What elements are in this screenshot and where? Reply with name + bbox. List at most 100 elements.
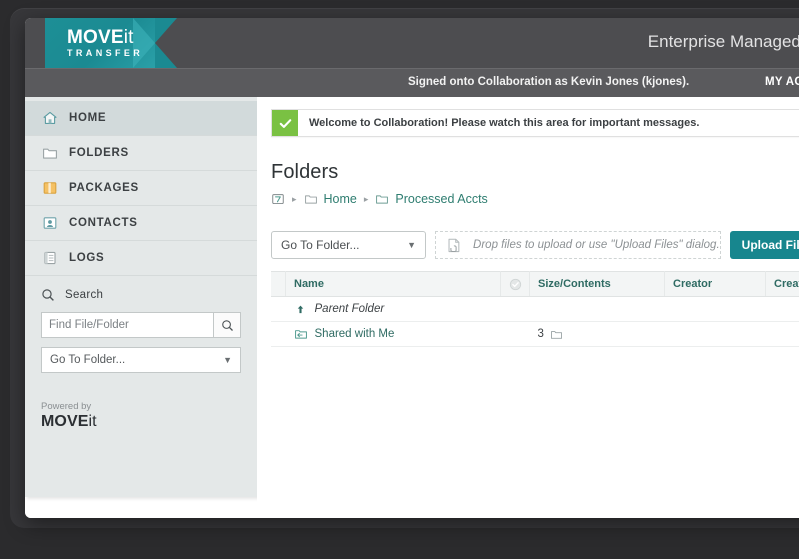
search-heading-row: Search	[41, 288, 241, 302]
shared-folder-icon	[294, 330, 307, 339]
table-header-row: Name Size/Contents Creator Created	[271, 271, 799, 297]
sidebar-goto-folder-select[interactable]: Go To Folder... ▼	[41, 347, 241, 373]
sidebar-item-packages[interactable]: PACKAGES	[25, 171, 257, 206]
signed-on-bar: Signed onto Collaboration as Kevin Jones…	[25, 68, 799, 97]
column-header-creator[interactable]: Creator	[664, 271, 766, 297]
row-size-cell: 3	[529, 321, 665, 347]
sidebar-item-label: HOME	[69, 112, 107, 124]
table-row[interactable]: Shared with Me 3	[271, 321, 799, 347]
powered-logo-it: it	[88, 412, 97, 430]
folder-toolbar: Go To Folder... ▼ Drop files to upload o…	[271, 231, 799, 259]
sidebar-item-logs[interactable]: LOGS	[25, 241, 257, 276]
breadcrumb-item-current[interactable]: Processed Accts	[375, 192, 488, 206]
breadcrumb-item-home[interactable]: Home	[304, 192, 357, 206]
chevron-down-icon: ▼	[407, 239, 417, 250]
file-dropzone[interactable]: Drop files to upload or use "Upload File…	[435, 231, 721, 259]
table-row[interactable]: Parent Folder	[271, 296, 799, 322]
home-icon	[41, 110, 58, 127]
app-body: HOME FOLDERS PACKAGES CONTACTS LOGS Sear…	[25, 97, 799, 518]
sidebar-item-folders[interactable]: FOLDERS	[25, 136, 257, 171]
logo-arrow-decor	[133, 18, 177, 68]
breadcrumb-separator: ▸	[292, 193, 297, 204]
row-size-cell	[529, 296, 665, 322]
row-creator-cell	[664, 296, 766, 322]
check-circle-icon	[509, 278, 521, 290]
shared-folder-link[interactable]: Shared with Me	[294, 327, 493, 341]
row-name-label: Parent Folder	[314, 303, 385, 315]
row-grip	[271, 296, 286, 322]
sidebar-item-contacts[interactable]: CONTACTS	[25, 206, 257, 241]
dropzone-text: Drop files to upload or use "Upload File…	[473, 239, 720, 251]
search-icon	[221, 319, 233, 331]
size-contents-value: 3	[538, 328, 657, 341]
welcome-banner-message: Welcome to Collaboration! Please watch t…	[309, 117, 700, 129]
folder-table-body: Parent Folder Shared with Me 3	[271, 296, 799, 347]
goto-folder-select[interactable]: Go To Folder... ▼	[271, 231, 427, 259]
sidebar-goto-folder-value: Go To Folder...	[50, 354, 126, 366]
signed-on-status: Signed onto Collaboration as Kevin Jones…	[408, 76, 690, 88]
search-field-group	[41, 312, 241, 338]
logo-primary-text: MOVEit	[67, 28, 143, 47]
search-heading-label: Search	[65, 289, 104, 301]
sidebar-nav: HOME FOLDERS PACKAGES CONTACTS LOGS	[25, 97, 257, 276]
my-account-link[interactable]: MY ACCOUNT	[765, 76, 799, 88]
row-name-label: Shared with Me	[314, 328, 395, 340]
breadcrumb-root[interactable]	[271, 192, 285, 206]
row-select-cell[interactable]	[500, 321, 530, 347]
sidebar-item-label: PACKAGES	[69, 182, 139, 194]
sidebar-item-label: LOGS	[69, 252, 105, 264]
search-input[interactable]	[41, 312, 213, 338]
drop-files-icon	[448, 238, 460, 252]
app-title: Enterprise Managed File	[647, 32, 799, 51]
folder-icon	[41, 145, 58, 162]
parent-folder-link[interactable]: Parent Folder	[294, 303, 493, 316]
row-select-cell[interactable]	[500, 296, 530, 322]
page-title: Folders	[271, 161, 339, 183]
column-header-size[interactable]: Size/Contents	[529, 271, 665, 297]
row-grip	[271, 321, 286, 347]
app-header: MOVEit TRANSFER Enterprise Managed File	[25, 18, 799, 68]
sidebar-search-section: Search Go To Folder... ▼	[25, 276, 257, 373]
search-submit-button[interactable]	[213, 312, 241, 338]
column-header-name[interactable]: Name	[285, 271, 501, 297]
folder-icon	[550, 330, 562, 339]
row-name-cell[interactable]: Parent Folder	[285, 296, 501, 322]
screen-frame: MOVEit TRANSFER Enterprise Managed File …	[0, 0, 799, 559]
upload-files-label: Upload Files	[741, 238, 799, 252]
breadcrumb-label: Home	[323, 192, 357, 206]
sidebar: HOME FOLDERS PACKAGES CONTACTS LOGS Sear…	[25, 97, 257, 497]
breadcrumb: ▸ Home ▸ Processed Accts	[271, 189, 799, 209]
breadcrumb-separator: ▸	[363, 193, 369, 204]
folder-icon	[376, 195, 389, 204]
sidebar-item-label: FOLDERS	[69, 147, 129, 159]
column-header-created[interactable]: Created	[765, 271, 799, 297]
sidebar-item-home[interactable]: HOME	[25, 101, 257, 136]
goto-folder-value: Go To Folder...	[281, 238, 360, 252]
folder-table: Name Size/Contents Creator Created	[271, 271, 799, 347]
moveit-logo[interactable]: MOVEit TRANSFER	[45, 18, 177, 68]
main-content: Welcome to Collaboration! Please watch t…	[257, 97, 799, 518]
folder-table-head: Name Size/Contents Creator Created	[271, 271, 799, 297]
logo-it-word: it	[123, 27, 134, 48]
search-icon	[41, 288, 55, 302]
folder-icon	[304, 195, 317, 204]
welcome-banner: Welcome to Collaboration! Please watch t…	[271, 109, 799, 137]
column-header-select-all[interactable]	[500, 271, 530, 297]
powered-by-block: Powered by MOVEit	[41, 400, 97, 431]
up-arrow-icon	[297, 305, 303, 313]
powered-by-logo: MOVEit	[41, 413, 97, 431]
row-created-cell	[765, 321, 799, 347]
logo-move-word: MOVE	[67, 27, 124, 48]
row-creator-cell	[664, 321, 766, 347]
breadcrumb-label: Processed Accts	[395, 192, 488, 206]
upload-files-button[interactable]: Upload Files	[729, 231, 799, 259]
package-icon	[41, 180, 58, 197]
chevron-down-icon: ▼	[223, 354, 232, 365]
logs-icon	[41, 250, 58, 267]
table-footer	[271, 347, 799, 387]
row-name-cell[interactable]: Shared with Me	[285, 321, 501, 347]
browser-window: MOVEit TRANSFER Enterprise Managed File …	[25, 18, 799, 518]
powered-by-label: Powered by	[41, 400, 92, 412]
powered-logo-move: MOVE	[41, 412, 89, 430]
root-folder-icon	[272, 194, 284, 205]
